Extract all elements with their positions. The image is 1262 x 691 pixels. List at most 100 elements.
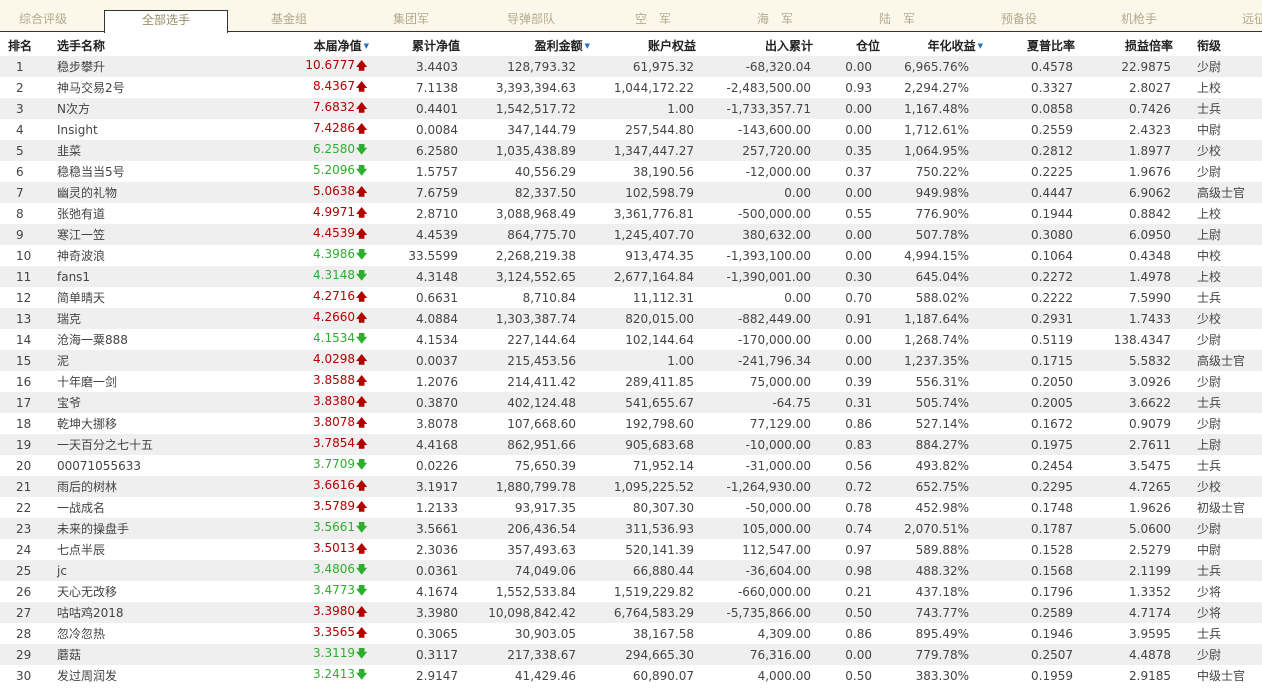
arrow-down-icon: 🡇 [356, 248, 368, 261]
cell-profit: 1,552,533.84 [472, 581, 590, 602]
cell-name[interactable]: 简单晴天 [53, 287, 256, 308]
tab-1[interactable]: 综合评级 [0, 10, 86, 32]
table-row[interactable]: 17 宝爷 3.8380🡅 0.3870 402,124.48 541,655.67 -64… [0, 392, 1262, 413]
cell-equity: 520,141.39 [590, 539, 708, 560]
cell-name[interactable]: jc [53, 560, 256, 581]
cell-name[interactable]: 十年磨一剑 [53, 371, 256, 392]
cell-annual: 750.22% [880, 161, 983, 182]
table-row[interactable]: 8 张弛有道 4.9971🡅 2.8710 3,088,968.49 3,361,776.… [0, 203, 1262, 224]
table-row[interactable]: 25 jc 3.4806🡇 0.0361 74,049.06 66,880.44 -36,6… [0, 560, 1262, 581]
tab-4[interactable]: 集团军 [368, 10, 454, 32]
table-row[interactable]: 28 忽冷忽热 3.3565🡅 0.3065 30,903.05 38,167.58 4,3… [0, 623, 1262, 644]
tab-3[interactable]: 基金组 [246, 10, 332, 32]
table-row[interactable]: 24 七点半辰 3.5013🡅 2.3036 357,493.63 520,141.39 1… [0, 539, 1262, 560]
cell-name[interactable]: 神奇波浪 [53, 245, 256, 266]
cell-name[interactable]: fans1 [53, 266, 256, 287]
cell-name[interactable]: 00071055633 [53, 455, 256, 476]
cell-name[interactable]: 发过周润发 [53, 665, 256, 686]
table-row[interactable]: 29 蘑菇 3.3119🡇 0.3117 217,338.67 294,665.30 76,… [0, 644, 1262, 665]
column-header-annual[interactable]: 年化收益 ▼ [880, 34, 983, 56]
cell-name[interactable]: 一战成名 [53, 497, 256, 518]
cell-name[interactable]: Insight [53, 119, 256, 140]
cell-equity: 1,245,407.70 [590, 224, 708, 245]
table-row[interactable]: 19 一天百分之七十五 3.7854🡅 4.4168 862,951.66 905,683… [0, 434, 1262, 455]
cell-name[interactable]: 一天百分之七十五 [53, 434, 256, 455]
cell-sharpe: 0.2222 [983, 287, 1087, 308]
table-row[interactable]: 11 fans1 4.3148🡇 4.3148 3,124,552.65 2,677,16… [0, 266, 1262, 287]
tab-5[interactable]: 导弹部队 [488, 10, 574, 32]
table-row[interactable]: 3 N次方 7.6832🡅 0.4401 1,542,517.72 1.00 -1,733,… [0, 98, 1262, 119]
tab-6[interactable]: 空 军 [610, 10, 696, 32]
table-row[interactable]: 16 十年磨一剑 3.8588🡅 1.2076 214,411.42 289,411.85… [0, 371, 1262, 392]
tab-11[interactable]: 远征 [1234, 10, 1262, 32]
table-row[interactable]: 18 乾坤大挪移 3.8078🡅 3.8078 107,668.60 192,798.60… [0, 413, 1262, 434]
cell-name[interactable]: 寒江一笠 [53, 224, 256, 245]
cell-name[interactable]: 韭菜 [53, 140, 256, 161]
column-header-nav[interactable]: 本届净值 ▼ [256, 34, 369, 56]
table-row[interactable]: 20 00071055633 3.7709🡇 0.0226 75,650.39 71,95… [0, 455, 1262, 476]
cell-name[interactable]: 蘑菇 [53, 644, 256, 665]
cell-name[interactable]: 天心无改移 [53, 581, 256, 602]
column-header-profit[interactable]: 盈利金额 ▼ [472, 34, 590, 56]
table-row[interactable]: 15 泥 4.0298🡅 0.0037 215,453.56 1.00 -241,796.3… [0, 350, 1262, 371]
table-row[interactable]: 10 神奇波浪 4.3986🡇 33.5599 2,268,219.38 913,474.… [0, 245, 1262, 266]
cell-profit: 227,144.64 [472, 329, 590, 350]
cell-pl-ratio: 1.7433 [1087, 308, 1185, 329]
table-row[interactable]: 6 稳稳当当5号 5.2096🡇 1.5757 40,556.29 38,190.56 -1… [0, 161, 1262, 182]
column-header-label: 年化收益 [927, 38, 976, 53]
table-row[interactable]: 23 未来的操盘手 3.5661🡇 3.5661 206,436.54 311,536.9… [0, 518, 1262, 539]
cell-name[interactable]: 稳稳当当5号 [53, 161, 256, 182]
tab-9[interactable]: 预备役 [976, 10, 1062, 32]
table-row[interactable]: 9 寒江一笠 4.4539🡅 4.4539 864,775.70 1,245,407.70… [0, 224, 1262, 245]
table-row[interactable]: 2 神马交易2号 8.4367🡅 7.1138 3,393,394.63 1,044,17… [0, 77, 1262, 98]
cell-name[interactable]: 张弛有道 [53, 203, 256, 224]
nav-value: 3.8380 [313, 394, 355, 408]
cell-name[interactable]: 幽灵的礼物 [53, 182, 256, 203]
cell-nav: 7.4286🡅 [256, 119, 369, 140]
table-row[interactable]: 21 雨后的树林 3.6616🡅 3.1917 1,880,799.78 1,095,22… [0, 476, 1262, 497]
table-row[interactable]: 27 咕咕鸡2018 3.3980🡅 3.3980 10,098,842.42 6,764… [0, 602, 1262, 623]
cell-name[interactable]: 七点半辰 [53, 539, 256, 560]
table-row[interactable]: 5 韭菜 6.2580🡇 6.2580 1,035,438.89 1,347,447.27… [0, 140, 1262, 161]
cell-cum-nav: 2.9147 [369, 665, 472, 686]
sort-down-icon[interactable]: ▼ [585, 42, 590, 50]
table-row[interactable]: 13 瑞克 4.2660🡅 4.0884 1,303,387.74 820,015.00-… [0, 308, 1262, 329]
cell-name[interactable]: 未来的操盘手 [53, 518, 256, 539]
cell-name[interactable]: 雨后的树林 [53, 476, 256, 497]
cell-equity: 1,347,447.27 [590, 140, 708, 161]
cell-equity: 11,112.31 [590, 287, 708, 308]
table-row[interactable]: 14 沧海一粟888 4.1534🡇 4.1534 227,144.64 102,144.… [0, 329, 1262, 350]
cell-position: 0.50 [825, 665, 880, 686]
nav-value: 4.2660 [313, 310, 355, 324]
cell-equity: 60,890.07 [590, 665, 708, 686]
tab-8[interactable]: 陆 军 [854, 10, 940, 32]
cell-name[interactable]: 泥 [53, 350, 256, 371]
nav-value: 3.5661 [313, 520, 355, 534]
table-row[interactable]: 26 天心无改移 3.4773🡇 4.1674 1,552,533.84 1,519,22… [0, 581, 1262, 602]
tab-10[interactable]: 机枪手 [1096, 10, 1182, 32]
table-row[interactable]: 1 稳步攀升 10.6777🡅 3.4403 128,793.32 61,975.32 -6… [0, 56, 1262, 77]
cell-sharpe: 0.2295 [983, 476, 1087, 497]
sort-down-icon[interactable]: ▼ [978, 42, 983, 50]
arrow-up-icon: 🡅 [356, 500, 368, 513]
cell-flow: -50,000.00 [708, 497, 825, 518]
cell-name[interactable]: N次方 [53, 98, 256, 119]
cell-name[interactable]: 咕咕鸡2018 [53, 602, 256, 623]
table-row[interactable]: 7 幽灵的礼物 5.0638🡅 7.6759 82,337.50 102,598.79 0.… [0, 182, 1262, 203]
table-row[interactable]: 4 Insight 7.4286🡅 0.0084 347,144.79 257,544.8… [0, 119, 1262, 140]
cell-name[interactable]: 瑞克 [53, 308, 256, 329]
sort-down-icon[interactable]: ▼ [364, 42, 369, 50]
tab-7[interactable]: 海 军 [732, 10, 818, 32]
cell-name[interactable]: 乾坤大挪移 [53, 413, 256, 434]
cell-name[interactable]: 稳步攀升 [53, 56, 256, 77]
table-row[interactable]: 12 简单晴天 4.2716🡅 0.6631 8,710.84 11,112.31 0.00… [0, 287, 1262, 308]
cell-flow: -5,735,866.00 [708, 602, 825, 623]
table-row[interactable]: 30 发过周润发 3.2413🡇 2.9147 41,429.46 60,890.07 4,… [0, 665, 1262, 686]
cell-name[interactable]: 神马交易2号 [53, 77, 256, 98]
table-row[interactable]: 22 一战成名 3.5789🡅 1.2133 93,917.35 80,307.30 -50… [0, 497, 1262, 518]
cell-equity: 294,665.30 [590, 644, 708, 665]
cell-name[interactable]: 宝爷 [53, 392, 256, 413]
tab-2[interactable]: 全部选手 [104, 10, 228, 33]
cell-name[interactable]: 忽冷忽热 [53, 623, 256, 644]
cell-name[interactable]: 沧海一粟888 [53, 329, 256, 350]
